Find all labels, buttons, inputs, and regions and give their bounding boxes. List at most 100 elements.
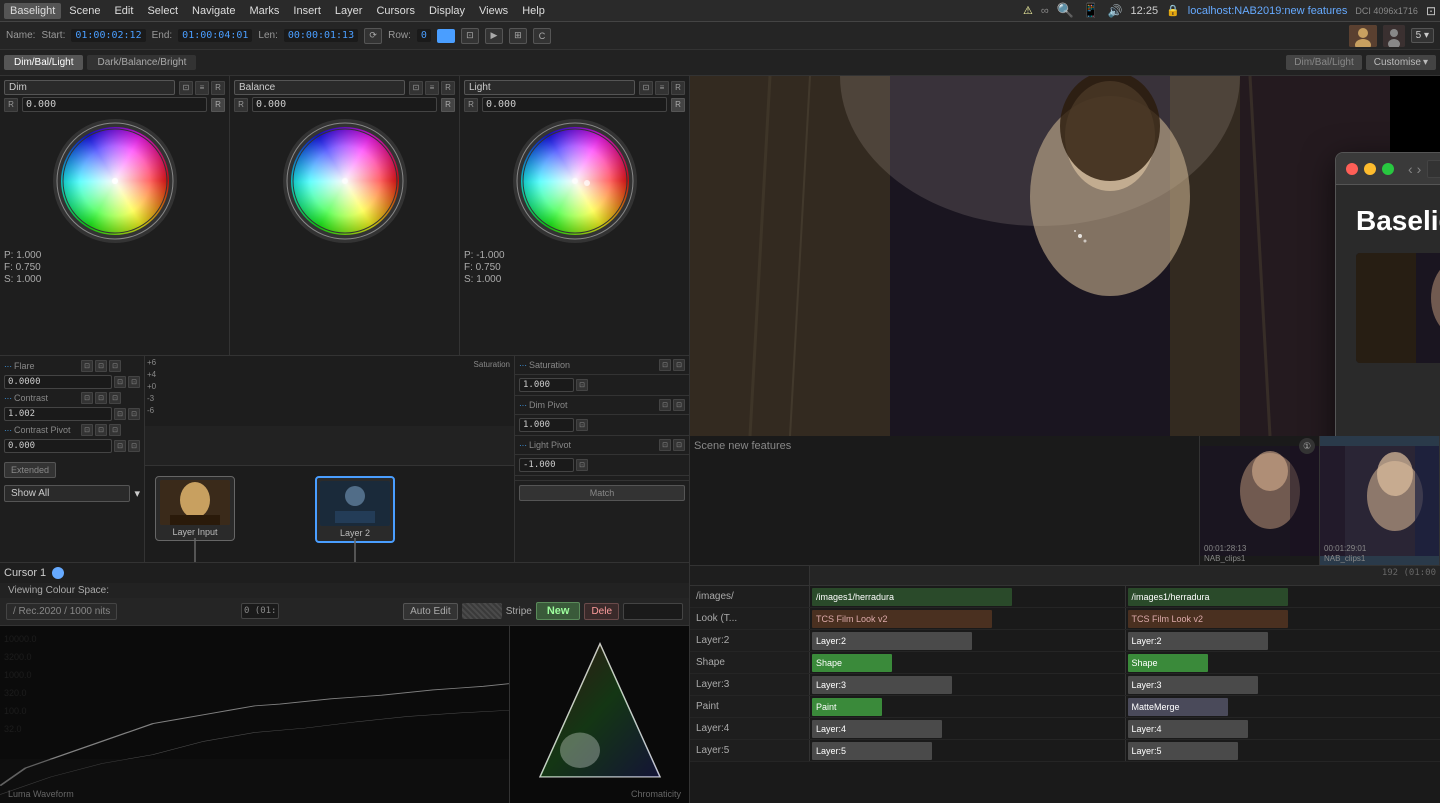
icon-btn-4[interactable]: ⊞: [509, 28, 527, 44]
cp-btn2[interactable]: ⊡: [95, 424, 107, 436]
icon-btn-3[interactable]: ▶: [485, 28, 503, 44]
balance-reset-icon[interactable]: R: [234, 98, 248, 112]
icon-btn-1[interactable]: ⟳: [364, 28, 382, 44]
ruler-tc-right: 192 (01:00: [1382, 568, 1436, 578]
light-dropdown[interactable]: Light: [464, 80, 635, 95]
fullscreen-icon[interactable]: ⊡: [1426, 4, 1436, 18]
layer-input-node[interactable]: Layer Input: [155, 476, 235, 541]
contrast-r-btn2[interactable]: ⊡: [128, 408, 140, 420]
light-r-button[interactable]: R: [671, 98, 685, 112]
flare-btn3[interactable]: ⊡: [109, 360, 121, 372]
menu-baselight[interactable]: Baselight: [4, 3, 61, 19]
contrast-btn2[interactable]: ⊡: [95, 392, 107, 404]
auto-edit-btn[interactable]: Auto Edit: [403, 603, 458, 620]
minimize-window-button[interactable]: [1364, 163, 1376, 175]
delete-button[interactable]: Dele: [584, 603, 619, 620]
balance-icon-1[interactable]: ⊡: [409, 81, 423, 95]
dim-value-input[interactable]: 0.000: [22, 97, 207, 112]
main-video-area: [690, 76, 1390, 436]
cp-btn1[interactable]: ⊡: [81, 424, 93, 436]
icon-btn-2[interactable]: ⊡: [461, 28, 479, 44]
dp-btn1[interactable]: ⊡: [659, 399, 671, 411]
contrast-btn3[interactable]: ⊡: [109, 392, 121, 404]
flare-r-btn[interactable]: ⊡: [114, 376, 126, 388]
menu-marks[interactable]: Marks: [243, 3, 285, 19]
lp-btn2[interactable]: ⊡: [673, 439, 685, 451]
extended-btn[interactable]: Extended: [4, 462, 56, 478]
customise-button[interactable]: Customise ▾: [1366, 55, 1436, 70]
track-mattemerge-clips: MatteMerge: [1125, 696, 1440, 717]
balance-icon-r[interactable]: R: [441, 81, 455, 95]
lp-r-btn[interactable]: ⊡: [576, 459, 588, 471]
menu-help[interactable]: Help: [516, 3, 551, 19]
menu-edit[interactable]: Edit: [108, 3, 139, 19]
flare-btn1[interactable]: ⊡: [81, 360, 93, 372]
menu-scene[interactable]: Scene: [63, 3, 106, 19]
flare-btn2[interactable]: ⊡: [95, 360, 107, 372]
sat-value-input[interactable]: [519, 378, 574, 392]
menu-insert[interactable]: Insert: [287, 3, 327, 19]
balance-value-input[interactable]: [252, 97, 437, 112]
dp-value-input[interactable]: [519, 418, 574, 432]
icon-btn-5[interactable]: C: [533, 28, 551, 44]
dim-dropdown[interactable]: Dim: [4, 80, 175, 95]
dim-f: F: 0.750: [4, 262, 41, 273]
end-value[interactable]: 01:00:04:01: [178, 29, 252, 42]
tab-dark-balance-bright[interactable]: Dark/Balance/Bright: [87, 55, 196, 70]
balance-dropdown[interactable]: Balance: [234, 80, 405, 95]
balance-color-wheel[interactable]: [280, 116, 410, 246]
dp-r-btn[interactable]: ⊡: [576, 419, 588, 431]
menu-display[interactable]: Display: [423, 3, 471, 19]
lp-btn1[interactable]: ⊡: [659, 439, 671, 451]
dim-icon-r[interactable]: R: [211, 81, 225, 95]
dim-r-button[interactable]: R: [211, 98, 225, 112]
url-bar[interactable]: mac.blconform.filmlight.co.uk: [1427, 160, 1440, 178]
layer2-node[interactable]: Layer 2: [315, 476, 395, 543]
light-icon-r[interactable]: R: [671, 81, 685, 95]
dim-icon-1[interactable]: ⊡: [179, 81, 193, 95]
cp-r-btn[interactable]: ⊡: [114, 440, 126, 452]
menu-select[interactable]: Select: [141, 3, 184, 19]
menu-cursors[interactable]: Cursors: [370, 3, 421, 19]
contrast-btn1[interactable]: ⊡: [81, 392, 93, 404]
dim-reset-icon[interactable]: R: [4, 98, 18, 112]
dp-btn2[interactable]: ⊡: [673, 399, 685, 411]
row-value[interactable]: 0: [417, 29, 431, 42]
menu-navigate[interactable]: Navigate: [186, 3, 241, 19]
search-icon[interactable]: 🔍: [1057, 2, 1074, 19]
light-value-input[interactable]: [482, 97, 667, 112]
lp-value-input[interactable]: [519, 458, 574, 472]
menu-layer[interactable]: Layer: [329, 3, 369, 19]
flare-value-input[interactable]: [4, 375, 112, 389]
cp-btn3[interactable]: ⊡: [109, 424, 121, 436]
back-arrow[interactable]: ‹: [1408, 161, 1413, 177]
menu-views[interactable]: Views: [473, 3, 514, 19]
balance-r-button[interactable]: R: [441, 98, 455, 112]
light-reset-icon[interactable]: R: [464, 98, 478, 112]
match-button[interactable]: Match: [519, 485, 685, 501]
contrast-value-input[interactable]: [4, 407, 112, 421]
close-window-button[interactable]: [1346, 163, 1358, 175]
contrast-r-btn[interactable]: ⊡: [114, 408, 126, 420]
start-value[interactable]: 01:00:02:12: [71, 29, 145, 42]
dim-color-wheel[interactable]: [50, 116, 180, 246]
forward-arrow[interactable]: ›: [1417, 161, 1422, 177]
balance-icon-2[interactable]: ≡: [425, 81, 439, 95]
new-button[interactable]: New: [536, 602, 581, 620]
light-icon-2[interactable]: ≡: [655, 81, 669, 95]
dim-icon-2[interactable]: ≡: [195, 81, 209, 95]
timeline-search-input[interactable]: [623, 603, 683, 620]
sat-btn2[interactable]: ⊡: [673, 359, 685, 371]
sat-btn1[interactable]: ⊡: [659, 359, 671, 371]
light-color-wheel[interactable]: [510, 116, 640, 246]
cp-value-input[interactable]: [4, 439, 112, 453]
show-all-dropdown[interactable]: Show All: [4, 485, 130, 502]
maximize-window-button[interactable]: [1382, 163, 1394, 175]
tab-dim-bal-light[interactable]: Dim/Bal/Light: [4, 55, 83, 70]
color-swatch[interactable]: [437, 29, 455, 43]
flare-r-btn2[interactable]: ⊡: [128, 376, 140, 388]
infinity-icon: ∞: [1041, 5, 1049, 17]
cp-r-btn2[interactable]: ⊡: [128, 440, 140, 452]
light-icon-1[interactable]: ⊡: [639, 81, 653, 95]
sat-r-btn[interactable]: ⊡: [576, 379, 588, 391]
